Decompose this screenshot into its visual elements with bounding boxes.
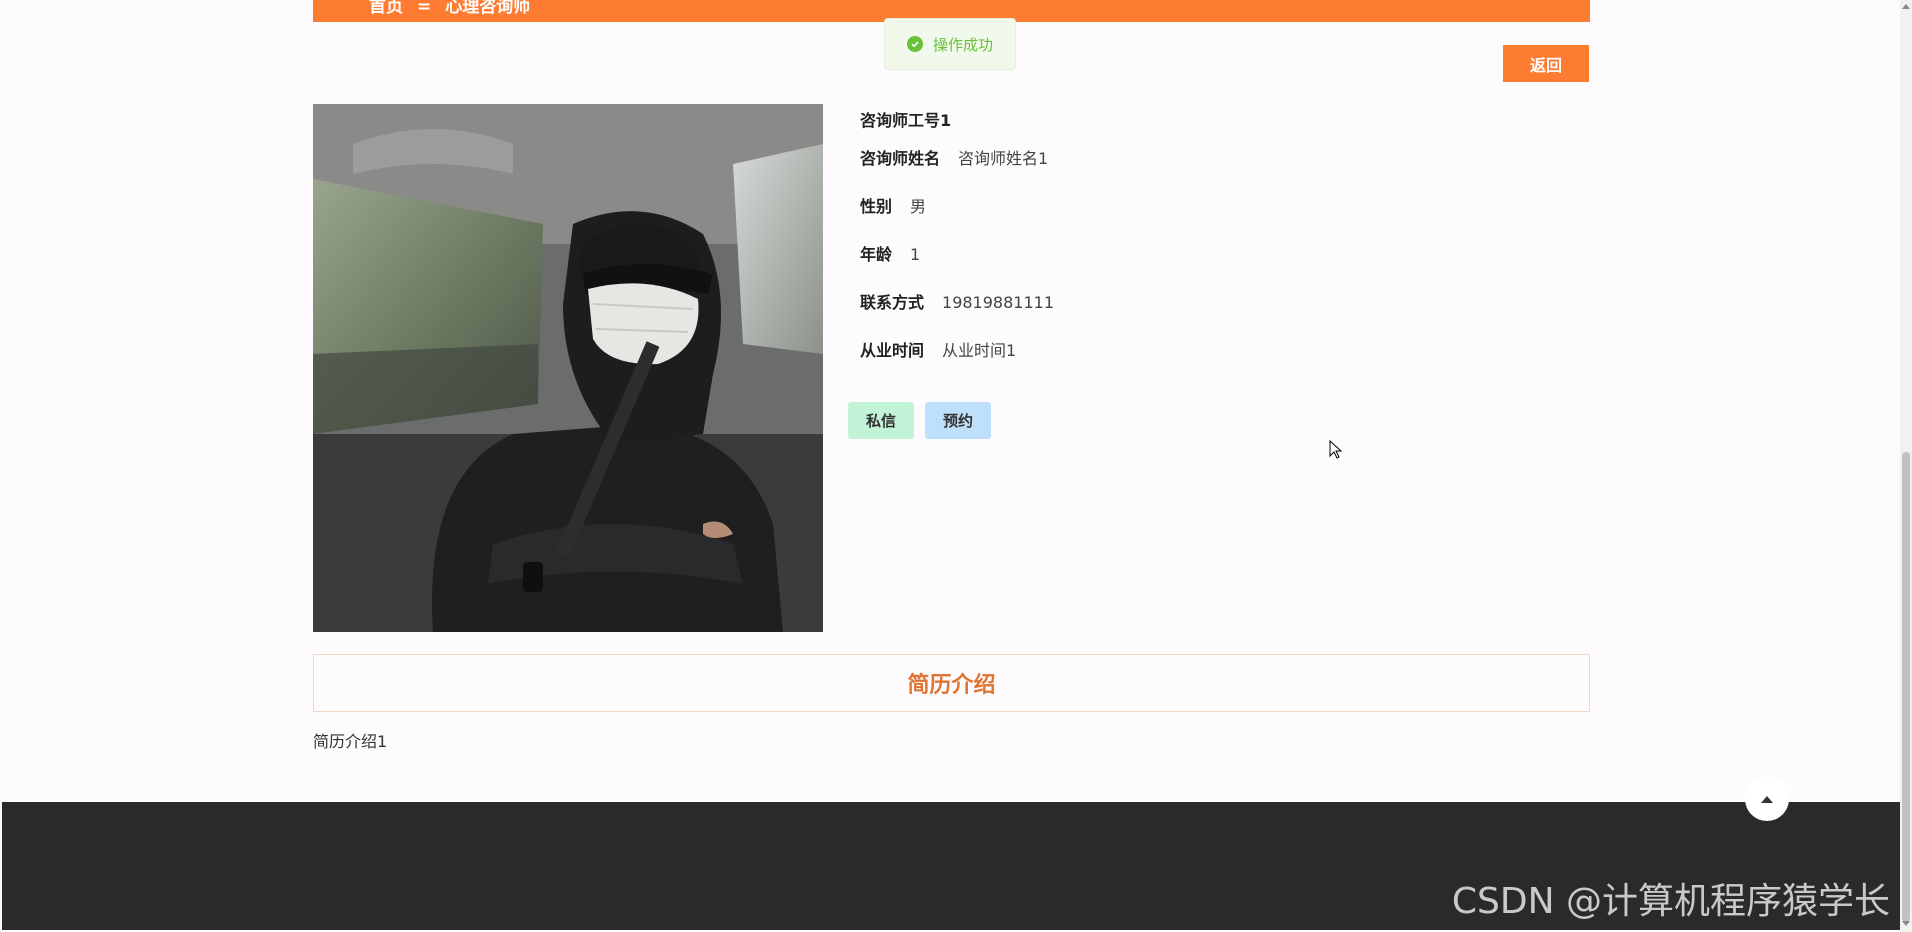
field-value: 男 — [910, 197, 927, 216]
breadcrumb-separator: = — [417, 0, 432, 17]
book-appointment-button[interactable]: 预约 — [925, 402, 991, 439]
field-value: 19819881111 — [942, 293, 1054, 312]
field-label: 性别 — [860, 197, 893, 216]
field-label: 年龄 — [860, 245, 893, 264]
breadcrumb-home[interactable]: 首页 — [369, 0, 403, 16]
back-button[interactable]: 返回 — [1503, 45, 1589, 82]
field-value: 从业时间1 — [942, 341, 1017, 360]
field-gender: 性别 男 — [860, 197, 926, 217]
field-value: 1 — [910, 245, 921, 264]
success-toast: 操作成功 — [884, 18, 1016, 70]
resume-content: 简历介绍1 — [313, 732, 388, 751]
field-age: 年龄 1 — [860, 245, 920, 265]
consultant-photo — [313, 104, 823, 632]
caret-up-icon — [1761, 796, 1773, 803]
field-contact: 联系方式 19819881111 — [860, 293, 1054, 313]
private-message-button[interactable]: 私信 — [848, 402, 914, 439]
field-label: 从业时间 — [860, 341, 925, 360]
check-circle-icon — [906, 36, 923, 52]
field-experience: 从业时间 从业时间1 — [860, 341, 1016, 361]
footer: CSDN @计算机程序猿学长 — [2, 802, 1900, 930]
breadcrumb-current: 心理咨询师 — [445, 0, 531, 17]
field-name: 咨询师姓名 咨询师姓名1 — [860, 149, 1048, 169]
watermark: CSDN @计算机程序猿学长 — [1451, 881, 1890, 922]
resume-heading: 简历介绍 — [907, 673, 996, 698]
field-label: 联系方式 — [860, 293, 925, 312]
scroll-down-icon[interactable] — [1902, 920, 1910, 928]
field-value: 咨询师姓名1 — [958, 149, 1049, 168]
scroll-up-icon[interactable] — [1902, 2, 1910, 10]
mouse-cursor-icon — [1329, 440, 1343, 459]
field-label: 咨询师姓名 — [860, 149, 941, 168]
consultant-id: 咨询师工号1 — [860, 111, 952, 130]
back-to-top-button[interactable] — [1745, 777, 1789, 821]
resume-heading-box: 简历介绍 — [313, 654, 1590, 712]
toast-message: 操作成功 — [932, 35, 993, 54]
scrollbar-thumb[interactable] — [1902, 452, 1910, 922]
